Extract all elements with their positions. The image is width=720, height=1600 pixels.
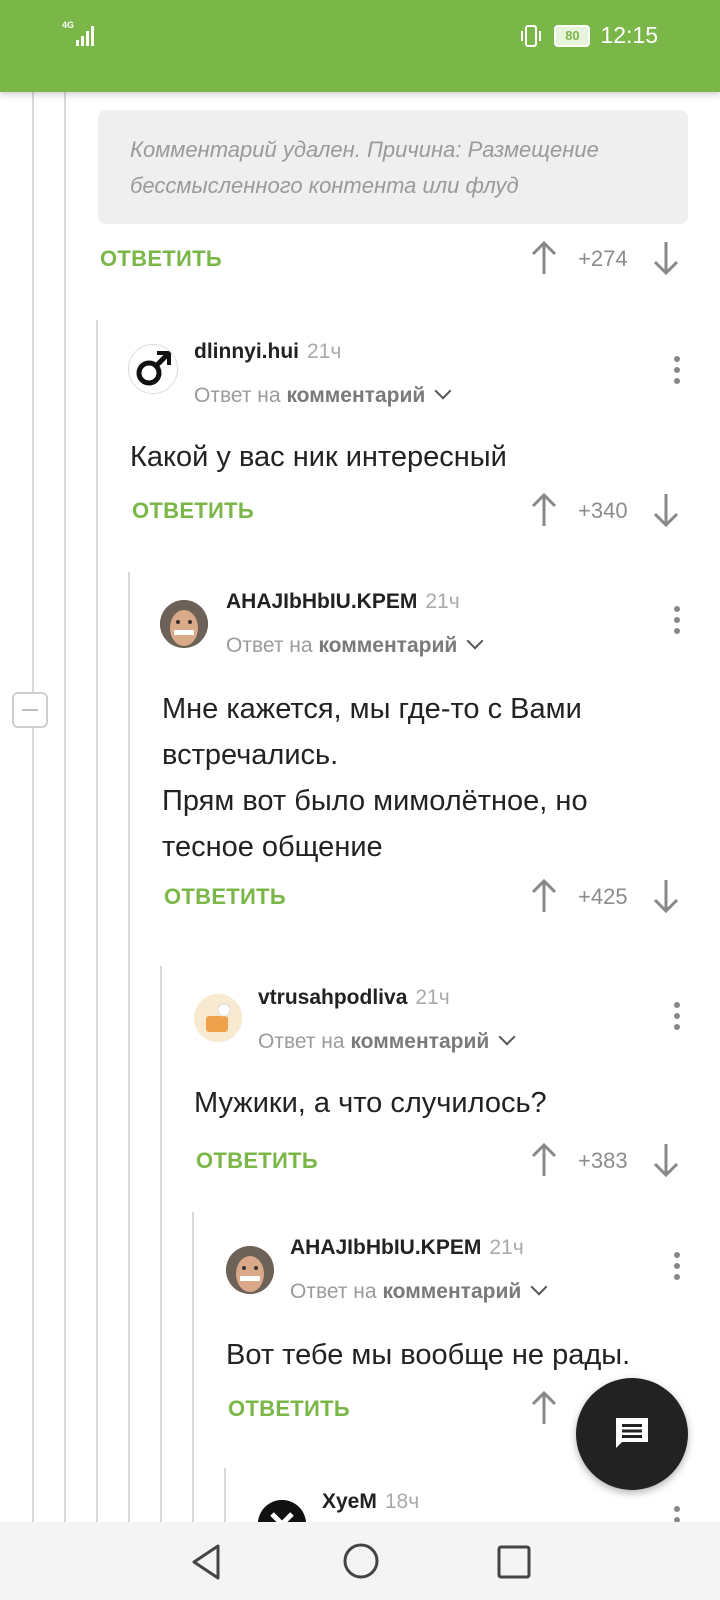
chat-icon (616, 1418, 648, 1448)
thread-line (64, 92, 66, 1522)
clock: 12:15 (600, 22, 658, 48)
comment-score: +340 (578, 498, 628, 523)
comment-text: Какой у вас ник интересный (130, 441, 507, 473)
downvote-icon[interactable] (652, 492, 680, 528)
reply-button[interactable]: ОТВЕТИТЬ (164, 884, 286, 910)
deleted-comment-notice: Комментарий удален. Причина: Размещение … (98, 110, 688, 224)
username[interactable]: dlinnyi.hui 21ч (194, 340, 341, 364)
reply-to[interactable]: Ответ на комментарий (258, 1028, 516, 1054)
network-type: 4G (62, 20, 75, 30)
username[interactable]: AHAJIbHbIU.KPEM 21ч (290, 1236, 524, 1260)
thread-line (224, 1468, 226, 1522)
comment-time: 21ч (489, 1236, 524, 1259)
avatar[interactable] (128, 344, 178, 394)
avatar[interactable] (194, 994, 242, 1042)
upvote-icon[interactable] (530, 1390, 558, 1426)
reply-button[interactable]: ОТВЕТИТЬ (132, 498, 254, 524)
comment-time: 21ч (415, 986, 450, 1009)
new-comment-button[interactable] (576, 1378, 688, 1490)
comment-text: Вот тебе мы вообще не рады. (226, 1339, 631, 1371)
comment-text: Мне кажется, мы где-то с Вами встречалис… (162, 693, 588, 863)
chevron-down-icon[interactable] (498, 1028, 516, 1046)
username[interactable]: AHAJIbHbIU.KPEM 21ч (226, 590, 460, 614)
chevron-down-icon[interactable] (434, 382, 452, 400)
username[interactable]: XyeM 18ч (322, 1490, 419, 1514)
reply-to[interactable]: Ответ на комментарий (194, 382, 452, 408)
comment-time: 18ч (384, 1490, 420, 1513)
thread-line (32, 92, 34, 1522)
home-icon[interactable] (342, 1542, 380, 1580)
system-nav-bar (0, 1522, 720, 1600)
comment-score: +274 (578, 246, 628, 271)
username[interactable]: vtrusahpodliva 21ч (258, 986, 450, 1010)
avatar[interactable] (160, 600, 208, 648)
more-options-icon[interactable] (672, 1252, 682, 1288)
more-options-icon[interactable] (672, 356, 682, 392)
comment-actions: ОТВЕТИТЬ +425 (162, 870, 690, 914)
thread-line (128, 572, 130, 1522)
reply-to[interactable]: Ответ на комментарий (226, 632, 484, 658)
upvote-icon[interactable] (530, 1142, 558, 1178)
male-symbol-icon (136, 351, 171, 386)
thread-line (96, 320, 98, 1522)
more-options-icon[interactable] (672, 606, 682, 642)
collapse-thread-button[interactable] (12, 692, 48, 728)
comment-actions: ОТВЕТИТЬ +383 (194, 1134, 690, 1178)
downvote-icon[interactable] (652, 240, 680, 276)
user-photo (226, 1246, 274, 1294)
thread-line (160, 966, 162, 1522)
reply-to[interactable]: Ответ на комментарий (290, 1278, 548, 1304)
avatar[interactable] (226, 1246, 274, 1294)
comment-actions: ОТВЕТИТЬ +274 (98, 238, 690, 278)
reply-button[interactable]: ОТВЕТИТЬ (100, 246, 222, 272)
comment-time: 21ч (425, 590, 460, 613)
recent-apps-icon[interactable] (496, 1544, 532, 1580)
comment-actions: ОТВЕТИТЬ +340 (130, 484, 690, 528)
battery-indicator: 80 (554, 24, 591, 47)
user-photo (160, 600, 208, 648)
back-icon[interactable] (188, 1542, 224, 1582)
comment-score: +425 (578, 884, 628, 909)
reply-button[interactable]: ОТВЕТИТЬ (196, 1148, 318, 1174)
reply-button[interactable]: ОТВЕТИТЬ (228, 1396, 350, 1422)
comment-score: +383 (578, 1148, 628, 1173)
more-options-icon[interactable] (672, 1002, 682, 1038)
comment-time: 21ч (307, 340, 342, 363)
chevron-down-icon[interactable] (466, 632, 484, 650)
upvote-icon[interactable] (530, 240, 558, 276)
status-bar: 4G 80 12:15 (0, 0, 720, 92)
upvote-icon[interactable] (530, 492, 558, 528)
downvote-icon[interactable] (652, 1142, 680, 1178)
comment-text: Мужики, а что случилось? (194, 1087, 547, 1119)
downvote-icon[interactable] (652, 878, 680, 914)
upvote-icon[interactable] (530, 878, 558, 914)
thread-line (192, 1212, 194, 1522)
chevron-down-icon[interactable] (530, 1278, 548, 1296)
vibrate-icon (521, 24, 542, 47)
user-photo (194, 994, 242, 1042)
